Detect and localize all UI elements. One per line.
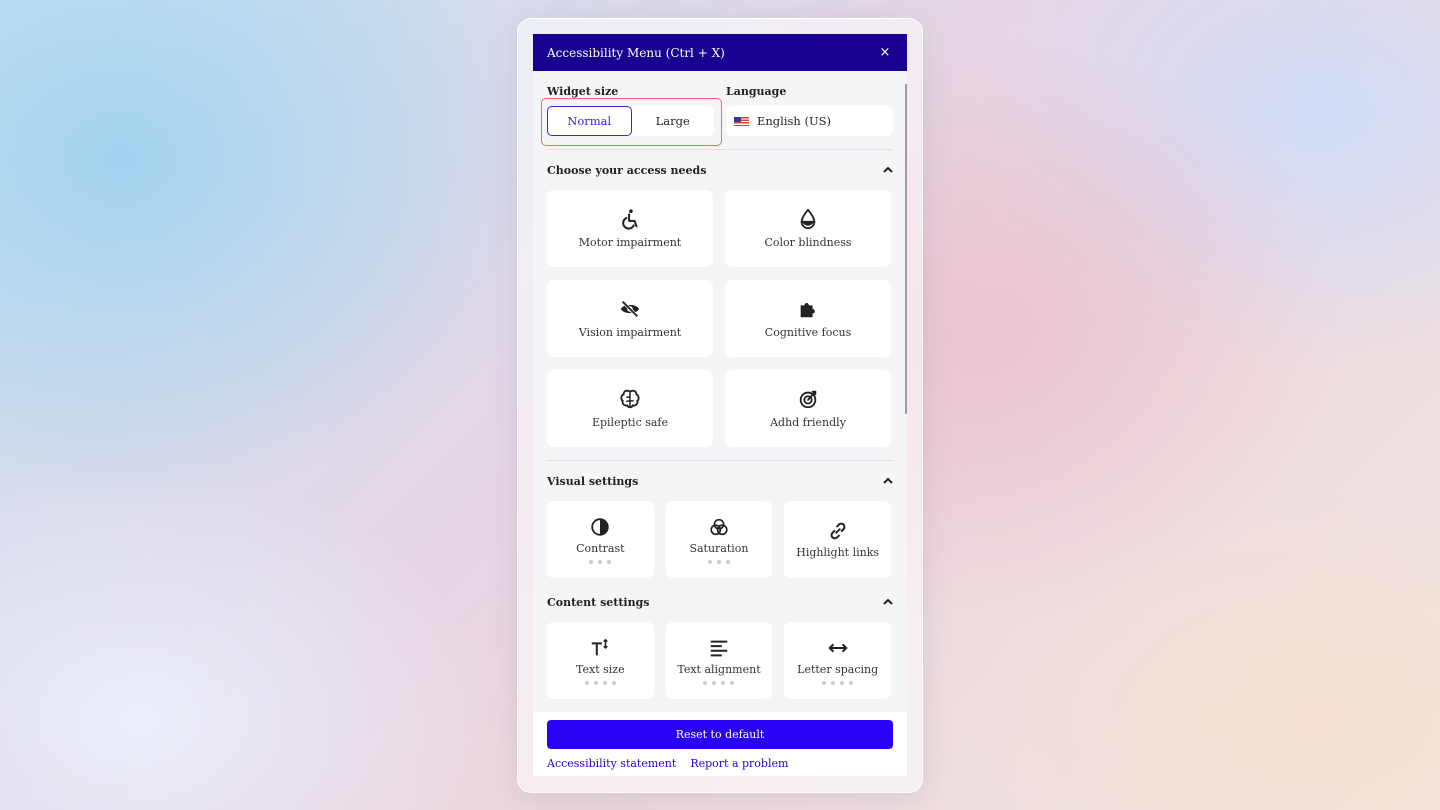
- card-label: Contrast: [576, 541, 625, 555]
- card-label: Text alignment: [677, 662, 761, 676]
- visual-settings-title: Visual settings: [547, 474, 639, 488]
- language-section: Language English (US): [726, 85, 893, 136]
- level-dots: [822, 680, 854, 685]
- card-label: Letter spacing: [797, 662, 879, 676]
- content-settings-grid: Text size Text alignment Letter spacing: [533, 622, 907, 699]
- language-label: Language: [726, 85, 787, 98]
- language-value: English (US): [757, 114, 832, 128]
- level-dots: [589, 559, 612, 564]
- close-icon[interactable]: ×: [877, 45, 893, 60]
- visual-settings-header[interactable]: Visual settings: [533, 461, 907, 501]
- level-dots: [707, 559, 730, 564]
- contrast-icon: [591, 517, 610, 536]
- visual-settings-grid: Contrast Saturation Highlight links: [533, 501, 907, 578]
- access-needs-grid: Motor impairment Color blindness Vision …: [533, 190, 907, 447]
- card-label: Motor impairment: [578, 236, 682, 249]
- card-label: Cognitive focus: [764, 326, 852, 339]
- profile-cognitive-focus[interactable]: Cognitive focus: [725, 280, 891, 357]
- arrows-horizontal-icon: [827, 643, 848, 652]
- accessibility-statement-link[interactable]: Accessibility statement: [547, 757, 676, 770]
- saturation-icon: [710, 518, 728, 535]
- panel-scroll-area[interactable]: Widget size Normal Large Language Englis…: [533, 71, 907, 712]
- card-label: Highlight links: [796, 546, 880, 559]
- setting-letter-spacing[interactable]: Letter spacing: [784, 622, 891, 699]
- card-label: Color blindness: [764, 236, 852, 249]
- content-settings-header[interactable]: Content settings: [533, 582, 907, 622]
- panel-footer: Reset to default Accessibility statement…: [533, 712, 907, 776]
- chevron-up-icon[interactable]: [883, 476, 893, 486]
- widget-size-toggle: Normal Large: [541, 98, 722, 146]
- widget-size-normal-button[interactable]: Normal: [547, 106, 632, 136]
- content-settings-title: Content settings: [547, 595, 650, 609]
- chevron-up-icon[interactable]: [883, 597, 893, 607]
- droplet-half-icon: [800, 208, 816, 230]
- access-needs-header[interactable]: Choose your access needs: [533, 150, 907, 190]
- footer-links: Accessibility statement Report a problem: [547, 757, 893, 770]
- accessibility-panel: Accessibility Menu (Ctrl + X) × Widget s…: [533, 34, 907, 776]
- report-problem-link[interactable]: Report a problem: [690, 757, 788, 770]
- card-label: Epileptic safe: [591, 416, 669, 429]
- target-icon: [799, 390, 817, 409]
- profile-adhd-friendly[interactable]: Adhd friendly: [725, 370, 891, 447]
- chevron-up-icon[interactable]: [883, 165, 893, 175]
- level-dots: [584, 680, 616, 685]
- widget-size-large-button[interactable]: Large: [632, 106, 715, 136]
- setting-saturation[interactable]: Saturation: [665, 501, 773, 578]
- card-label: Vision impairment: [578, 326, 682, 339]
- profile-epileptic-safe[interactable]: Epileptic safe: [547, 370, 713, 447]
- scrollbar[interactable]: [905, 84, 907, 414]
- panel-header: Accessibility Menu (Ctrl + X) ×: [533, 34, 907, 71]
- card-label: Saturation: [689, 541, 749, 555]
- language-select[interactable]: English (US): [726, 106, 893, 136]
- setting-highlight-links[interactable]: Highlight links: [784, 501, 891, 578]
- profile-color-blindness[interactable]: Color blindness: [725, 190, 891, 267]
- wheelchair-icon: [622, 209, 638, 230]
- brain-icon: [620, 389, 640, 409]
- widget-size-section: Widget size Normal Large: [541, 85, 722, 146]
- panel-title: Accessibility Menu (Ctrl + X): [547, 45, 725, 60]
- profile-motor-impairment[interactable]: Motor impairment: [547, 190, 713, 267]
- setting-contrast[interactable]: Contrast: [547, 501, 654, 578]
- card-label: Adhd friendly: [770, 416, 846, 429]
- card-label: Text size: [576, 662, 625, 676]
- align-left-icon: [710, 640, 728, 656]
- profile-vision-impairment[interactable]: Vision impairment: [547, 280, 713, 357]
- setting-text-alignment[interactable]: Text alignment: [665, 622, 773, 699]
- puzzle-icon: [800, 303, 815, 318]
- reset-button[interactable]: Reset to default: [547, 720, 893, 749]
- us-flag-icon: [734, 116, 749, 126]
- link-icon: [830, 522, 846, 540]
- text-size-icon: [592, 638, 609, 655]
- eye-slash-icon: [620, 300, 640, 318]
- widget-size-label: Widget size: [547, 85, 619, 98]
- access-needs-title: Choose your access needs: [547, 163, 707, 177]
- level-dots: [703, 680, 735, 685]
- setting-text-size[interactable]: Text size: [547, 622, 654, 699]
